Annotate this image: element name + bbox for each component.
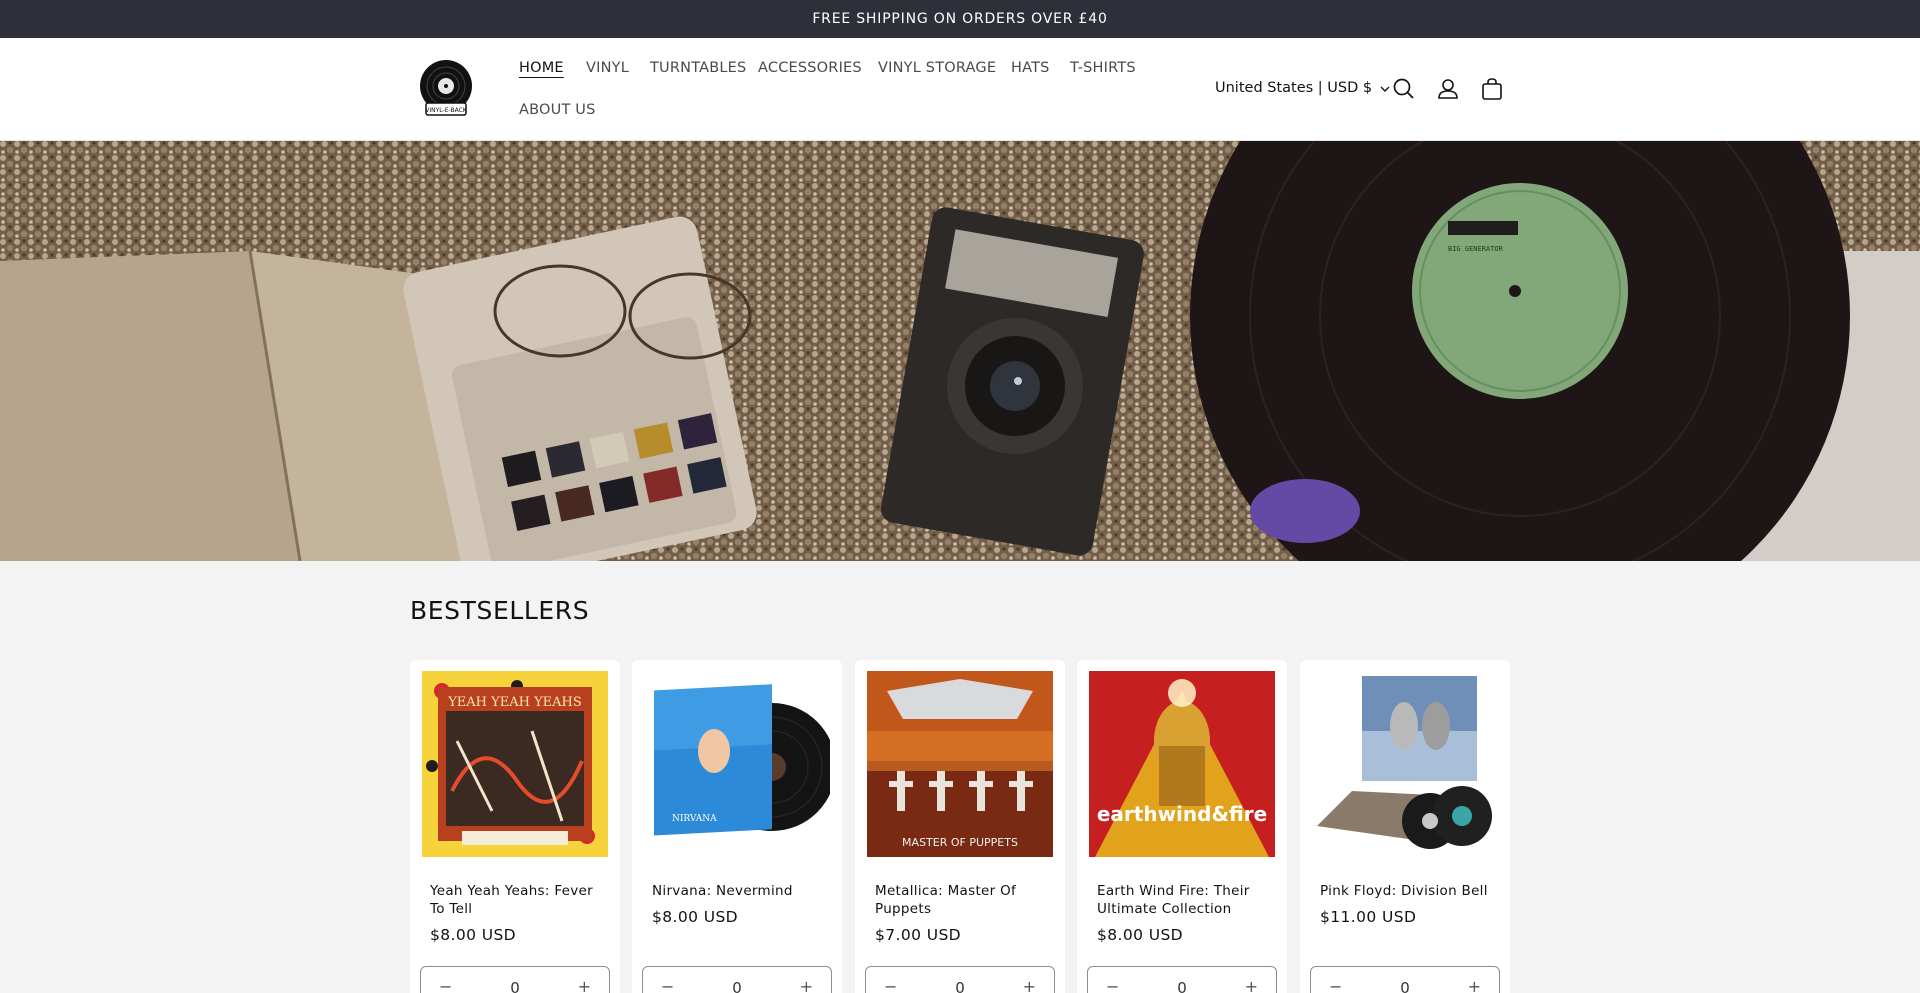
nav-about-us[interactable]: ABOUT US	[519, 102, 596, 118]
search-icon[interactable]	[1391, 76, 1417, 102]
nav-vinyl-storage[interactable]: VINYL STORAGE	[878, 60, 996, 76]
product-cover-text: NIRVANA	[672, 814, 717, 824]
hero-image: BIG GENERATOR	[0, 141, 1920, 561]
product-price: $8.00 USD	[430, 926, 517, 944]
site-header: VINYL-E-BACK HOME VINYL TURNTABLES ACCES…	[0, 38, 1920, 141]
product-price: $8.00 USD	[1097, 926, 1184, 944]
nav-hats[interactable]: HATS	[1011, 60, 1050, 76]
quantity-stepper: − 0 +	[420, 966, 610, 993]
quantity-stepper: − 0 +	[1087, 966, 1277, 993]
product-cover-text: YEAH YEAH YEAHS	[447, 695, 582, 710]
product-cover-text: earthwind&fire	[1097, 802, 1267, 826]
product-title[interactable]: Nirvana: Nevermind	[652, 882, 822, 900]
product-title[interactable]: Earth Wind Fire: Their Ultimate Collecti…	[1097, 882, 1267, 918]
product-card[interactable]: Pink Floyd: Division Bell $11.00 USD − 0…	[1300, 660, 1510, 993]
announcement-bar: FREE SHIPPING ON ORDERS OVER £40	[0, 0, 1920, 38]
product-cover-text: MASTER OF PUPPETS	[902, 836, 1018, 849]
country-selector-label: United States | USD $	[1215, 80, 1373, 96]
quantity-stepper: − 0 +	[642, 966, 832, 993]
nav-home[interactable]: HOME	[519, 60, 564, 76]
product-card[interactable]: MASTER OF PUPPETS Metallica: Master Of P…	[855, 660, 1065, 993]
account-icon[interactable]	[1435, 76, 1461, 102]
quantity-stepper: − 0 +	[1310, 966, 1500, 993]
product-card[interactable]: YEAH YEAH YEAHS Yeah Yeah Yeahs: Fever T…	[410, 660, 620, 993]
logo-text: VINYL-E-BACK	[425, 107, 467, 114]
nav-t-shirts[interactable]: T-SHIRTS	[1070, 60, 1136, 76]
product-image[interactable]	[1312, 671, 1498, 857]
product-card[interactable]: earthwind&fire Earth Wind Fire: Their Ul…	[1077, 660, 1287, 993]
product-image[interactable]: earthwind&fire	[1089, 671, 1275, 857]
product-title[interactable]: Yeah Yeah Yeahs: Fever To Tell	[430, 882, 600, 918]
quantity-increase-button[interactable]: +	[1023, 977, 1036, 993]
product-card[interactable]: NIRVANA Nirvana: Nevermind $8.00 USD − 0…	[632, 660, 842, 993]
cart-icon[interactable]	[1479, 76, 1505, 102]
nav-turntables[interactable]: TURNTABLES	[650, 60, 746, 76]
quantity-stepper: − 0 +	[865, 966, 1055, 993]
quantity-increase-button[interactable]: +	[1468, 977, 1481, 993]
product-title[interactable]: Pink Floyd: Division Bell	[1320, 882, 1490, 900]
product-image[interactable]: MASTER OF PUPPETS	[867, 671, 1053, 857]
section-title-bestsellers: BESTSELLERS	[410, 596, 590, 625]
product-image[interactable]: YEAH YEAH YEAHS	[422, 671, 608, 857]
quantity-increase-button[interactable]: +	[1245, 977, 1258, 993]
nav-vinyl[interactable]: VINYL	[586, 60, 629, 76]
announcement-text: FREE SHIPPING ON ORDERS OVER £40	[812, 11, 1108, 27]
site-logo[interactable]: VINYL-E-BACK	[418, 59, 474, 119]
country-selector[interactable]: United States | USD $	[1215, 80, 1390, 96]
product-price: $7.00 USD	[875, 926, 962, 944]
quantity-increase-button[interactable]: +	[578, 977, 591, 993]
product-price: $11.00 USD	[1320, 908, 1417, 926]
product-title[interactable]: Metallica: Master Of Puppets	[875, 882, 1045, 918]
product-price: $8.00 USD	[652, 908, 739, 926]
quantity-increase-button[interactable]: +	[800, 977, 813, 993]
nav-accessories[interactable]: ACCESSORIES	[758, 60, 862, 76]
product-image[interactable]: NIRVANA	[644, 671, 830, 857]
chevron-down-icon	[1380, 80, 1390, 96]
